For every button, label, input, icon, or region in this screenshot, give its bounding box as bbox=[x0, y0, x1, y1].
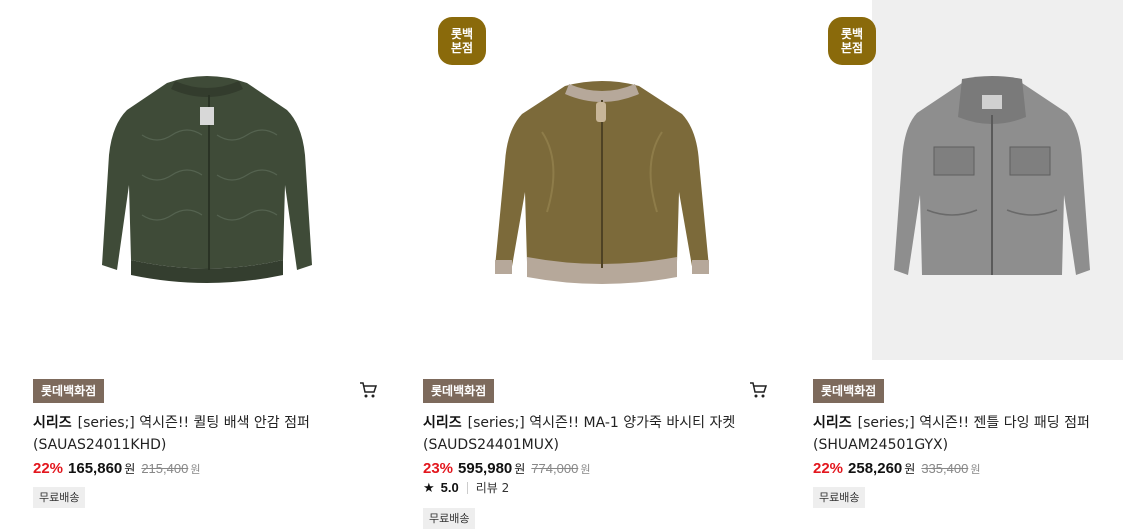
price-row: 23% 595,980 원 774,000 원 bbox=[423, 459, 590, 480]
product-card[interactable]: 롯데백화점 시리즈 [series;] 역시즌!! 퀼팅 배색 안감 점퍼 (SA… bbox=[22, 0, 382, 518]
currency-unit: 원 bbox=[514, 462, 526, 476]
sale-price: 258,260 bbox=[848, 460, 903, 477]
currency-unit: 원 bbox=[904, 462, 916, 476]
price-row: 22% 165,860 원 215,400 원 bbox=[33, 459, 200, 480]
currency-unit-original: 원 bbox=[970, 463, 981, 476]
product-title[interactable]: 시리즈 [series;] 역시즌!! 퀼팅 배색 안감 점퍼 (SAUAS240… bbox=[33, 412, 373, 456]
cart-icon[interactable] bbox=[748, 380, 768, 400]
sale-price: 165,860 bbox=[68, 460, 123, 477]
original-price: 215,400 bbox=[141, 461, 189, 476]
store-badge: 롯데백화점 bbox=[33, 379, 105, 403]
store-location-badge-line1: 롯백 bbox=[840, 27, 864, 41]
store-location-badge: 롯백 본점 bbox=[828, 17, 876, 65]
price-row: 22% 258,260 원 335,400 원 bbox=[813, 459, 980, 480]
divider bbox=[466, 482, 468, 494]
store-badge: 롯데백화점 bbox=[813, 379, 885, 403]
original-price: 774,000 bbox=[531, 461, 579, 476]
khaki-quilted-jacket-image bbox=[102, 76, 312, 283]
free-shipping-badge: 무료배송 bbox=[33, 487, 86, 508]
product-brand: 시리즈 bbox=[813, 415, 852, 431]
leather-varsity-jacket-image bbox=[495, 81, 709, 284]
star-icon: ★ bbox=[423, 480, 435, 495]
discount-rate: 22% bbox=[33, 460, 64, 477]
sale-price: 595,980 bbox=[458, 460, 513, 477]
product-image[interactable] bbox=[22, 0, 382, 360]
review-count[interactable]: 리뷰 2 bbox=[476, 479, 510, 497]
free-shipping-badge: 무료배송 bbox=[423, 508, 476, 529]
discount-rate: 22% bbox=[813, 460, 844, 477]
product-name[interactable]: [series;] 역시즌!! 퀼팅 배색 안감 점퍼 (SAUAS24011K… bbox=[33, 415, 310, 453]
product-brand: 시리즈 bbox=[33, 415, 72, 431]
product-name[interactable]: [series;] 역시즌!! MA-1 양가죽 바시티 자켓 (SAUDS24… bbox=[423, 415, 735, 453]
free-shipping-badge: 무료배송 bbox=[813, 487, 866, 508]
product-name[interactable]: [series;] 역시즌!! 젠틀 다잉 패딩 점퍼 (SHUAM24501G… bbox=[813, 415, 1090, 453]
store-location-badge-line2: 본점 bbox=[840, 41, 864, 55]
discount-rate: 23% bbox=[423, 460, 454, 477]
grey-field-jacket-image bbox=[894, 76, 1090, 275]
cart-icon[interactable] bbox=[358, 380, 378, 400]
currency-unit-original: 원 bbox=[580, 463, 591, 476]
currency-unit: 원 bbox=[124, 462, 136, 476]
product-title[interactable]: 시리즈 [series;] 역시즌!! MA-1 양가죽 바시티 자켓 (SAUD… bbox=[423, 412, 763, 456]
product-card[interactable]: 롯백 본점 롯데백화점 시리즈 [series;] 역시즌!! MA-1 양가죽 … bbox=[412, 0, 772, 529]
product-title[interactable]: 시리즈 [series;] 역시즌!! 젠틀 다잉 패딩 점퍼 (SHUAM245… bbox=[813, 412, 1123, 456]
rating-row: ★ 5.0 리뷰 2 bbox=[423, 479, 509, 497]
product-image[interactable] bbox=[872, 0, 1123, 360]
rating-score: 5.0 bbox=[440, 480, 459, 495]
product-brand: 시리즈 bbox=[423, 415, 462, 431]
product-card[interactable]: 롯백 본점 롯데백화점 시리즈 [series;] 역시즌!! 젠틀 다잉 패딩 … bbox=[802, 0, 1123, 518]
product-image[interactable] bbox=[412, 0, 772, 360]
currency-unit-original: 원 bbox=[190, 463, 201, 476]
store-badge: 롯데백화점 bbox=[423, 379, 495, 403]
original-price: 335,400 bbox=[921, 461, 969, 476]
